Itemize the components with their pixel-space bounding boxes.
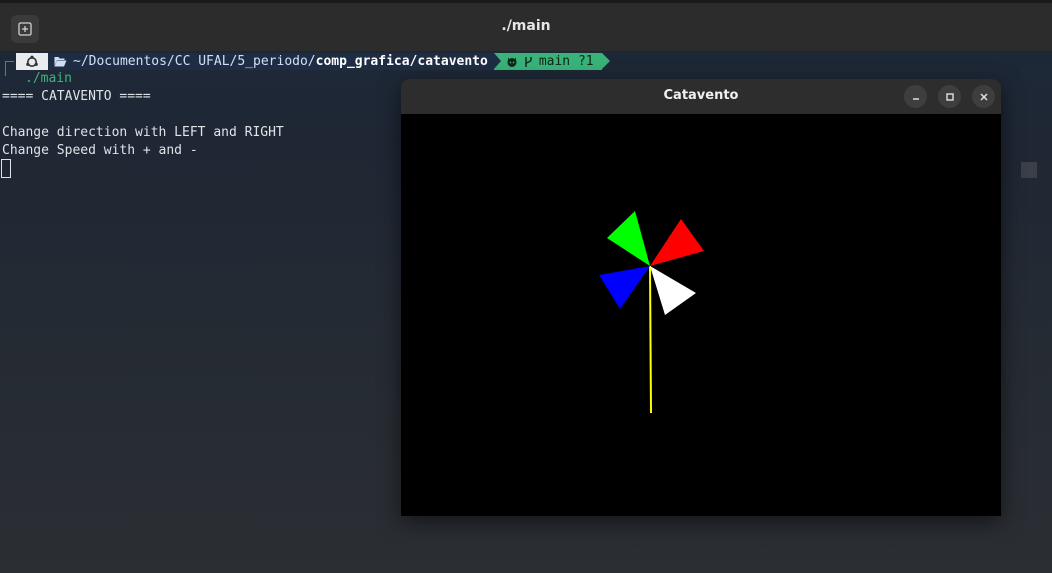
minimize-button[interactable] [904, 85, 927, 108]
desktop: ./main ~/Documentos/CC UFAL/5_periodo/co… [0, 0, 1052, 573]
close-icon [979, 92, 988, 101]
close-button[interactable] [972, 85, 995, 108]
pinwheel-scene [599, 211, 704, 414]
output-line: Change Speed with + and - [2, 143, 198, 158]
prompt-corner [5, 61, 14, 76]
command-text: ./main [25, 71, 72, 86]
git-segment: main ?1 [493, 53, 610, 70]
catavento-window[interactable]: Catavento [401, 79, 1001, 516]
prompt-line: ~/Documentos/CC UFAL/5_periodo/comp_graf… [16, 53, 610, 70]
path-segment: ~/Documentos/CC UFAL/5_periodo/comp_graf… [48, 53, 494, 70]
maximize-icon [945, 92, 954, 101]
scrollbar-thumb[interactable] [1021, 162, 1037, 178]
ubuntu-icon [26, 55, 38, 67]
pinwheel-stick [649, 265, 652, 414]
pinwheel-blade-green [607, 211, 650, 266]
folder-open-icon [54, 57, 67, 67]
minimize-icon [912, 97, 919, 100]
terminal-cursor [1, 159, 11, 178]
pinwheel-blade-white [650, 266, 696, 315]
output-line: ==== CATAVENTO ==== [2, 89, 151, 104]
path-prefix: ~/Documentos/CC UFAL/5_periodo/ [73, 54, 316, 69]
git-branch-icon [525, 56, 532, 67]
terminal-title: ./main [501, 18, 551, 34]
github-icon [507, 57, 517, 67]
pinwheel-blade-blue [599, 266, 650, 309]
output-line: Change direction with LEFT and RIGHT [2, 125, 284, 140]
pinwheel-blade-red [650, 219, 704, 266]
render-canvas[interactable] [401, 114, 1001, 516]
terminal-header: ./main [0, 0, 1052, 51]
os-segment [16, 53, 48, 70]
path-current: comp_grafica/catavento [315, 54, 488, 69]
maximize-button[interactable] [938, 85, 961, 108]
git-branch-label: main ?1 [538, 54, 594, 69]
window-titlebar[interactable]: Catavento [401, 79, 1001, 114]
